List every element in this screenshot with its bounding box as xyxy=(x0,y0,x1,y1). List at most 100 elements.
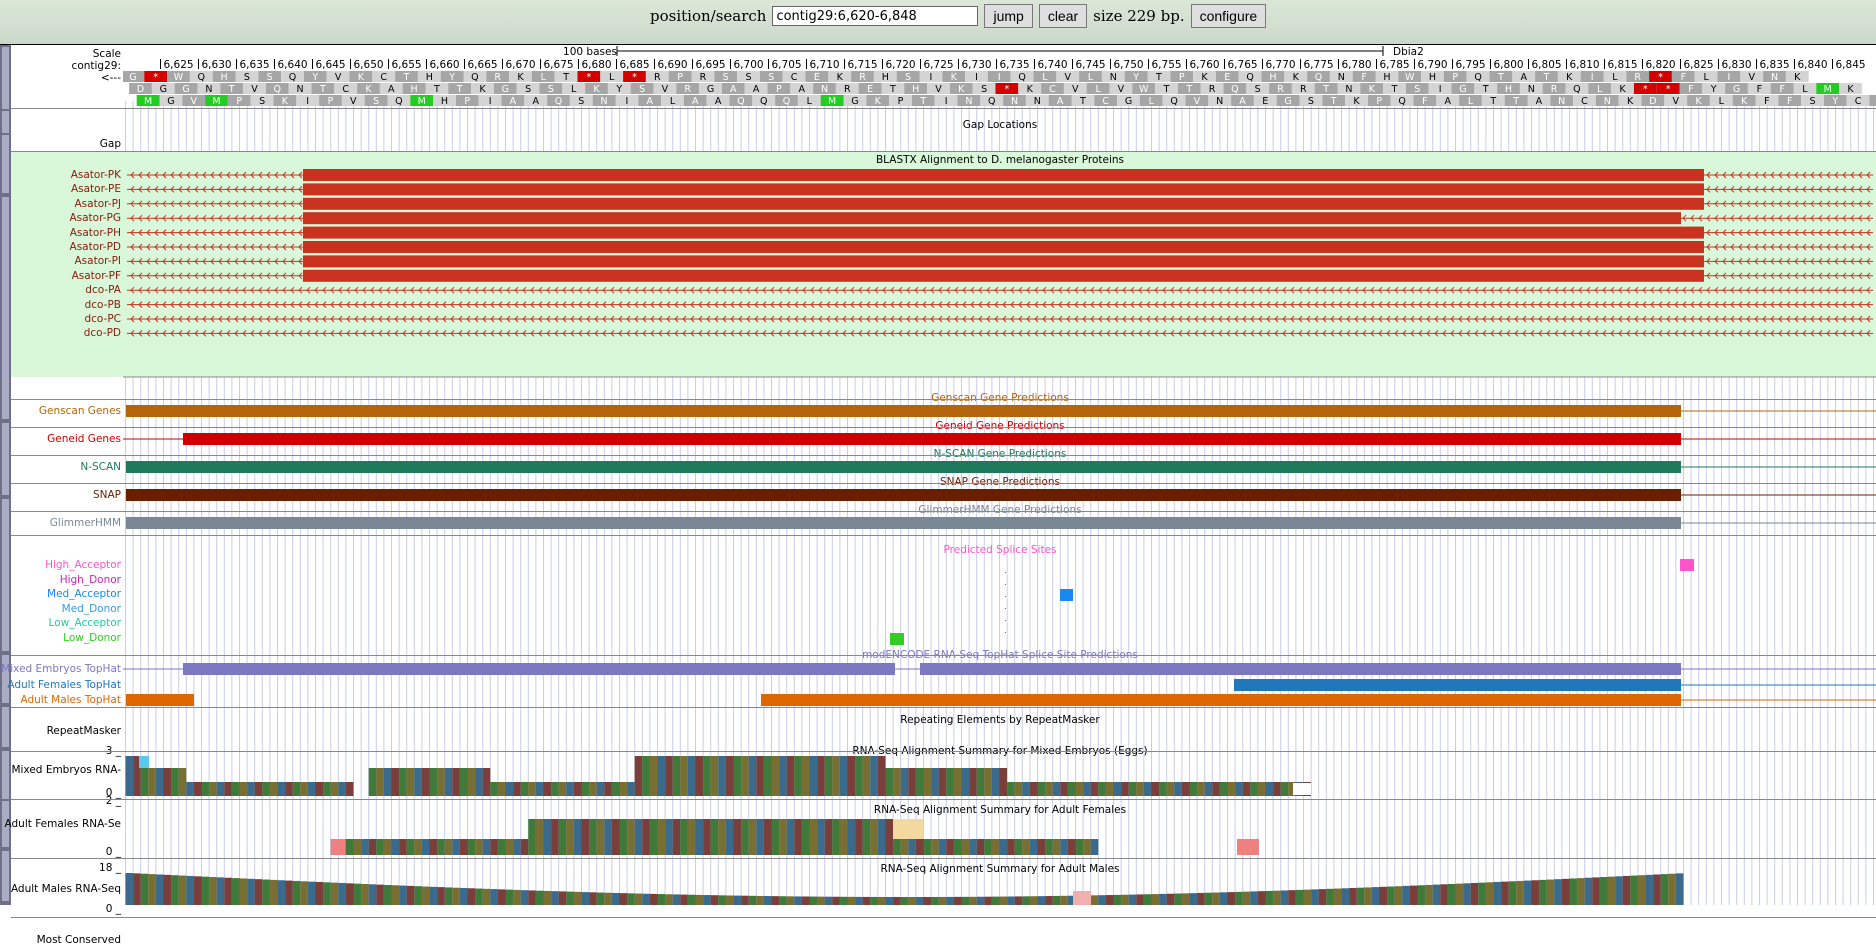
wiggle-bar xyxy=(445,839,453,855)
wiggle-bar xyxy=(369,839,377,855)
tophat-row-label[interactable]: Mixed Embryos TopHat xyxy=(1,663,121,675)
strand-label[interactable]: <--- xyxy=(101,72,121,84)
blastx-row-label[interactable]: Asator-PE xyxy=(71,183,121,195)
track-separator xyxy=(11,799,1876,800)
amino-acid: P xyxy=(1376,96,1382,107)
wiggle-bar xyxy=(1167,782,1175,796)
wiggle-bar xyxy=(741,756,749,796)
ruler-tick-label: 6,815 xyxy=(1608,59,1638,71)
track-control-button[interactable] xyxy=(2,423,9,495)
amino-acid: A xyxy=(532,96,539,107)
rnaseq-axis-max[interactable]: 2 _ xyxy=(106,795,121,807)
rnaseq-label[interactable]: Mixed Embryos RNA- xyxy=(11,764,121,776)
gene-block xyxy=(126,405,1681,417)
wiggle-bar xyxy=(627,819,635,855)
wiggle-bar xyxy=(293,881,301,905)
track-control-button[interactable] xyxy=(2,851,9,901)
rnaseq-label[interactable]: Adult Males RNA-Seq xyxy=(11,883,121,895)
amino-acid: S xyxy=(768,72,774,83)
wiggle-bar xyxy=(1273,782,1281,796)
blastx-row-label[interactable]: Asator-PJ xyxy=(75,198,122,210)
wiggle-bar xyxy=(1433,885,1441,905)
clear-button[interactable]: clear xyxy=(1039,4,1087,28)
amino-acid: V xyxy=(1118,84,1125,95)
jump-button[interactable]: jump xyxy=(984,4,1032,28)
amino-acid: H xyxy=(221,72,228,83)
wiggle-bar xyxy=(392,839,400,855)
rnaseq-label[interactable]: Adult Females RNA-Se xyxy=(5,818,121,830)
wiggle-bar xyxy=(1098,782,1106,796)
wiggle-bar xyxy=(1060,782,1068,796)
gene-pred-label[interactable]: SNAP xyxy=(93,489,121,501)
gene-block xyxy=(126,489,1681,501)
blastx-row-label[interactable]: dco-PD xyxy=(84,327,121,339)
blastx-row-label[interactable]: dco-PA xyxy=(85,284,121,296)
gene-pred-label[interactable]: Genscan Genes xyxy=(39,405,121,417)
track-control-button[interactable] xyxy=(2,47,9,109)
position-search-input[interactable] xyxy=(772,6,978,26)
gene-pred-label[interactable]: GlimmerHMM xyxy=(50,517,121,529)
tophat-row-label[interactable]: Adult Males TopHat xyxy=(20,694,121,706)
track-control-button[interactable] xyxy=(2,707,9,747)
ruler-tick-label: 6,780 xyxy=(1342,59,1372,71)
blastx-row-label[interactable]: Asator-PF xyxy=(72,270,121,282)
track-control-button[interactable] xyxy=(2,111,9,133)
wiggle-bar xyxy=(1288,890,1296,905)
wiggle-bar xyxy=(468,839,476,855)
tophat-row-label[interactable]: Adult Females TopHat xyxy=(7,679,121,691)
splice-row-label[interactable]: Low_Acceptor xyxy=(49,617,121,629)
amino-acid: Q xyxy=(555,96,562,107)
gap-label[interactable]: Gap xyxy=(100,138,121,150)
wiggle-bar xyxy=(673,819,681,855)
wiggle-bar xyxy=(1600,877,1608,905)
configure-button[interactable]: configure xyxy=(1191,4,1267,28)
blastx-row-label[interactable]: Asator-PH xyxy=(70,227,121,239)
wiggle-bar xyxy=(924,768,932,796)
amino-acid: * xyxy=(632,72,637,83)
track-control-button[interactable] xyxy=(2,499,9,651)
track-separator xyxy=(11,108,1876,109)
gene-block xyxy=(126,517,1681,529)
wiggle-bar xyxy=(1319,889,1327,905)
blastx-row-label[interactable]: Asator-PK xyxy=(71,169,121,181)
blastx-row-label[interactable]: Asator-PI xyxy=(75,255,122,267)
splice-row-label[interactable]: Med_Donor xyxy=(62,603,121,615)
wiggle-bar xyxy=(642,756,650,796)
splice-row-label[interactable]: High_Acceptor xyxy=(45,559,121,571)
track-control-button[interactable] xyxy=(2,197,9,419)
wiggle-bar xyxy=(399,886,407,905)
blastx-row-label[interactable]: Asator-PD xyxy=(70,241,121,253)
gene-pred-label[interactable]: N-SCAN xyxy=(80,461,121,473)
track-control-button[interactable] xyxy=(2,135,9,193)
rnaseq-axis-min[interactable]: 0 _ xyxy=(106,846,121,858)
splice-row-label[interactable]: Med_Acceptor xyxy=(47,588,121,600)
blastx-row-label[interactable]: dco-PB xyxy=(85,299,121,311)
phastcons-label[interactable]: Most Conserved xyxy=(37,934,121,946)
wiggle-bar xyxy=(559,891,567,905)
repeat-label[interactable]: RepeatMasker xyxy=(47,725,121,737)
splice-row-label[interactable]: Low_Donor xyxy=(63,632,121,644)
rnaseq-axis-min[interactable]: 0 _ xyxy=(106,903,121,915)
amino-acid: K xyxy=(1847,84,1854,95)
amino-acid: A xyxy=(715,96,722,107)
wiggle-bar xyxy=(399,768,407,796)
wiggle-bar xyxy=(1000,839,1008,855)
track-control-button[interactable] xyxy=(2,751,9,799)
tophat-block xyxy=(920,663,1681,675)
gene-pred-label[interactable]: Geneid Genes xyxy=(47,433,121,445)
wiggle-bar xyxy=(787,819,795,855)
wiggle-bar xyxy=(665,756,673,796)
ruler-tick-label: 6,760 xyxy=(1190,59,1220,71)
wiggle-bar xyxy=(513,839,521,855)
blastx-row-label[interactable]: Asator-PG xyxy=(69,212,121,224)
blastx-row-label[interactable]: dco-PC xyxy=(84,313,121,325)
rnaseq-axis-max[interactable]: 18 _ xyxy=(99,862,121,874)
wiggle-bar xyxy=(779,756,787,796)
chrom-label[interactable]: contig29: xyxy=(72,60,121,72)
scale-label[interactable]: Scale xyxy=(93,48,121,60)
wiggle-bar xyxy=(1615,876,1623,905)
splice-row-label[interactable]: High_Donor xyxy=(60,574,121,586)
alignment-block xyxy=(303,241,1704,253)
wiggle-bar xyxy=(604,893,612,905)
wiggle-bar xyxy=(1212,782,1220,796)
